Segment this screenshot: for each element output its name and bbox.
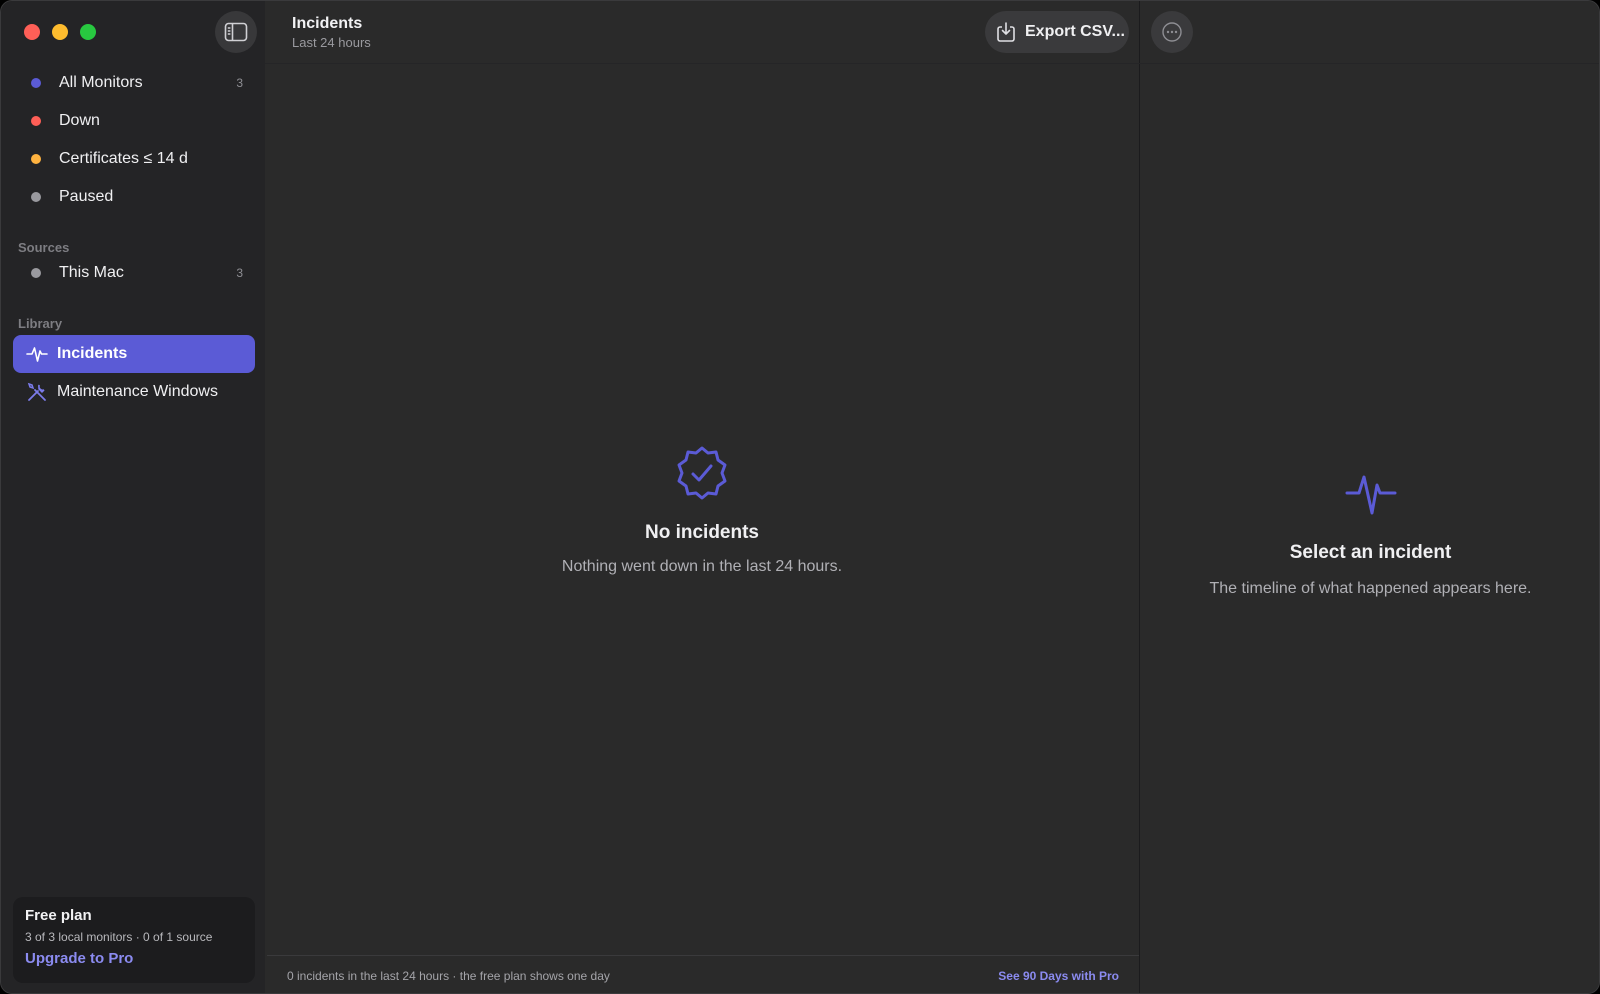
sidebar-item-label: All Monitors <box>59 74 143 91</box>
verified-badge-icon <box>677 446 727 500</box>
detail-empty-title: Select an incident <box>1289 542 1452 563</box>
zoom-window-button[interactable] <box>80 24 96 40</box>
empty-subtitle: Nothing went down in the last 24 hours. <box>561 558 843 575</box>
sidebar-toggle-button[interactable] <box>215 11 257 53</box>
sidebar-item-label: Incidents <box>57 345 128 362</box>
sidebar-item-label: Maintenance Windows <box>57 383 218 400</box>
empty-title: No incidents <box>644 522 759 543</box>
pulse-icon <box>1345 475 1396 515</box>
page-subtitle: Last 24 hours <box>292 35 371 50</box>
sidebar-item-label: This Mac <box>59 264 124 281</box>
item-count: 3 <box>236 266 243 280</box>
plan-card: Free plan 3 of 3 local monitors · 0 of 1… <box>13 897 255 983</box>
pulse-icon <box>25 342 49 366</box>
detail-empty-state: Select an incident The timeline of what … <box>1140 467 1599 598</box>
export-csv-button[interactable]: Export CSV... <box>985 11 1129 53</box>
upgrade-link[interactable]: Upgrade to Pro <box>25 950 133 967</box>
sidebar-item-certificates[interactable]: Certificates ≤ 14 d <box>13 140 255 178</box>
sidebar-item-this-mac[interactable]: This Mac 3 <box>13 254 255 292</box>
sidebar-item-paused[interactable]: Paused <box>13 178 255 216</box>
sidebar-item-label: Paused <box>59 188 114 205</box>
status-text: 0 incidents in the last 24 hours · the f… <box>287 969 610 983</box>
sidebar-item-all-monitors[interactable]: All Monitors 3 <box>13 64 255 102</box>
plan-title: Free plan <box>25 907 92 924</box>
plan-detail: 3 of 3 local monitors · 0 of 1 source <box>25 930 213 944</box>
empty-state: No incidents Nothing went down in the la… <box>265 445 1139 576</box>
status-dot <box>31 268 41 278</box>
status-dot <box>31 192 41 202</box>
toolbar-divider <box>265 63 1599 64</box>
sidebar-item-incidents[interactable]: Incidents <box>13 335 255 373</box>
export-icon <box>997 22 1015 42</box>
tools-icon <box>25 380 49 404</box>
window-controls <box>24 24 96 40</box>
section-label-sources: Sources <box>18 240 70 255</box>
sidebar-item-label: Down <box>59 112 100 129</box>
status-dot <box>31 154 41 164</box>
status-dot <box>31 116 41 126</box>
detail-empty-subtitle: The timeline of what happened appears he… <box>1209 580 1532 597</box>
see-90-days-link[interactable]: See 90 Days with Pro <box>998 969 1119 983</box>
item-count: 3 <box>236 76 243 90</box>
minimize-window-button[interactable] <box>52 24 68 40</box>
page-title: Incidents <box>292 15 363 32</box>
sidebar: All Monitors 3 Down Certificates ≤ 14 d … <box>1 1 265 993</box>
sidebar-icon <box>224 22 248 42</box>
export-label: Export CSV... <box>1025 23 1125 40</box>
status-bar: 0 incidents in the last 24 hours · the f… <box>267 955 1139 993</box>
more-button[interactable] <box>1151 11 1193 53</box>
section-label-library: Library <box>18 316 63 331</box>
sidebar-item-down[interactable]: Down <box>13 102 255 140</box>
sidebar-item-maintenance-windows[interactable]: Maintenance Windows <box>13 373 255 411</box>
status-dot <box>31 78 41 88</box>
app-window: All Monitors 3 Down Certificates ≤ 14 d … <box>0 0 1600 994</box>
ellipsis-icon <box>1162 22 1182 42</box>
close-window-button[interactable] <box>24 24 40 40</box>
sidebar-item-label: Certificates ≤ 14 d <box>59 150 188 167</box>
